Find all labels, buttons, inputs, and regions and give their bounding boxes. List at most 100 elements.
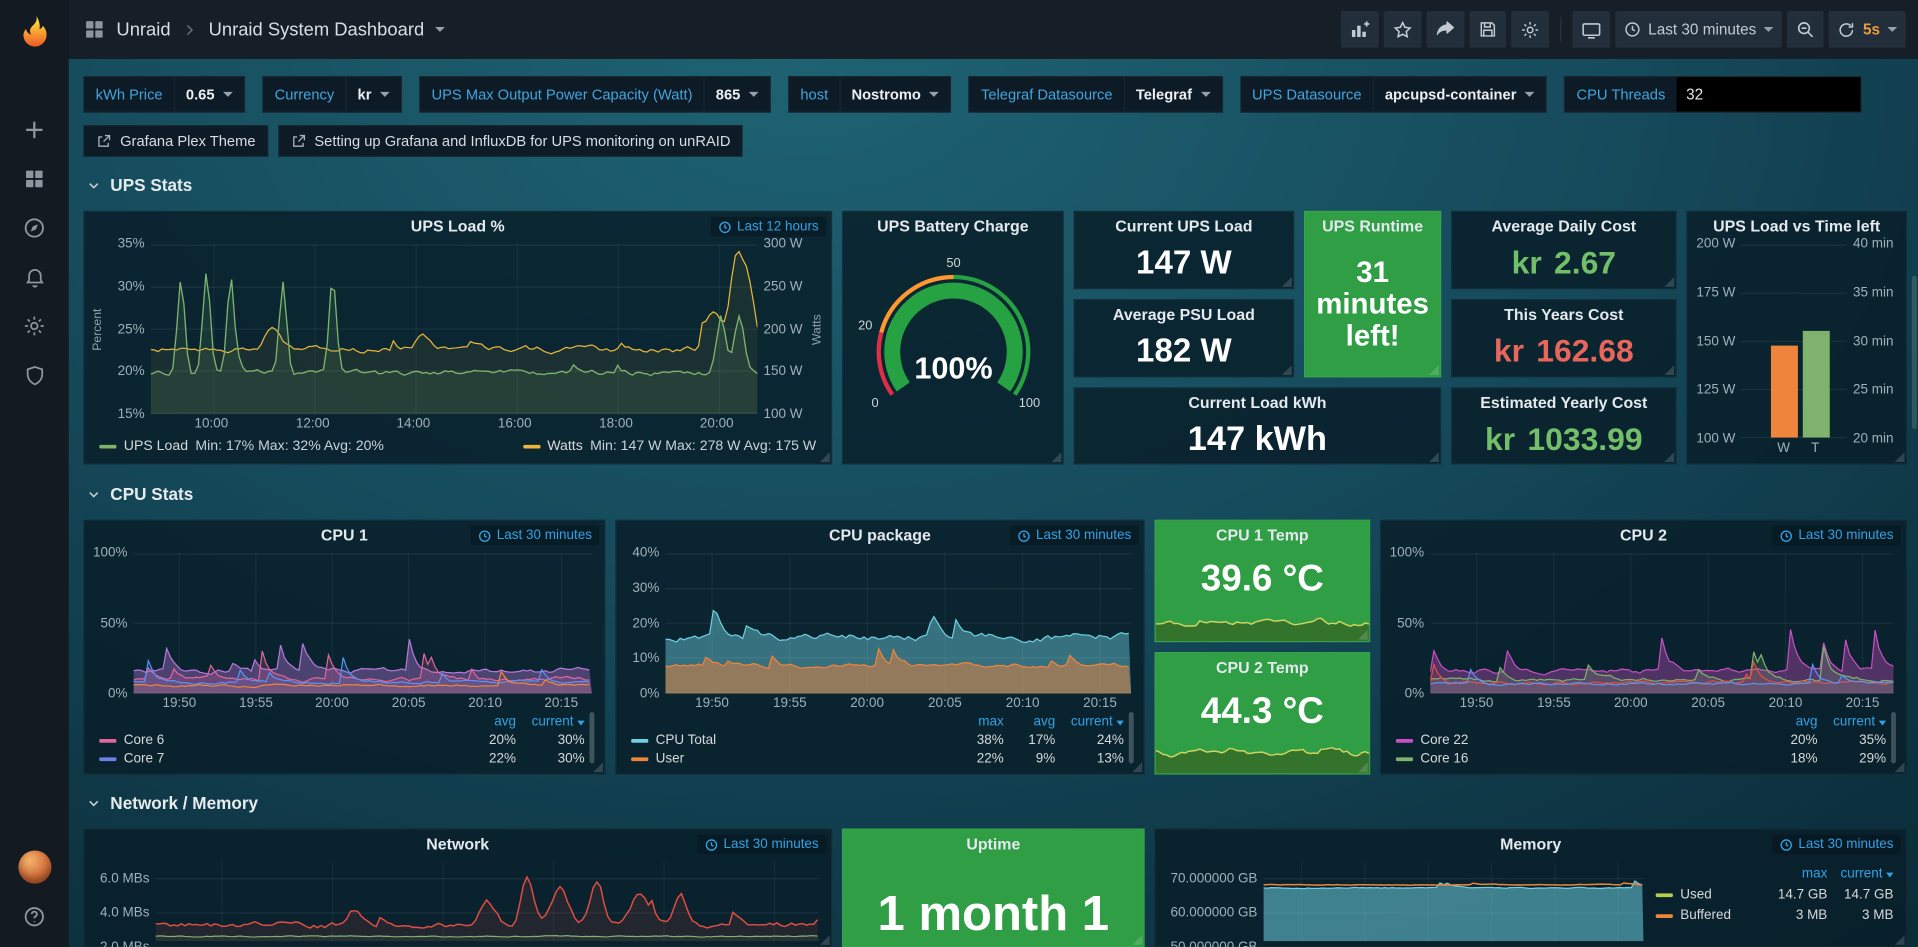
tick: W bbox=[1777, 441, 1790, 456]
variable-value-dropdown[interactable]: Telegraf bbox=[1124, 77, 1222, 111]
grafana-flame-icon bbox=[16, 13, 53, 50]
tick: 50.000000 GB bbox=[1161, 930, 1258, 947]
legend-header-sorted[interactable]: current bbox=[516, 715, 585, 730]
variable-value-dropdown[interactable]: 865 bbox=[704, 77, 770, 111]
panel-title[interactable]: Average PSU Load bbox=[1075, 300, 1293, 329]
cpu-threads-input[interactable] bbox=[1676, 77, 1860, 111]
variable-value-dropdown[interactable]: 0.65 bbox=[174, 77, 244, 111]
panel-title[interactable]: Uptime bbox=[843, 830, 1143, 856]
stat-value: kr 162.68 bbox=[1452, 330, 1675, 377]
legend-header-sorted[interactable]: current bbox=[1055, 715, 1124, 730]
variable-value-dropdown[interactable]: Nostromo bbox=[839, 77, 950, 111]
time-override-badge: Last 30 minutes bbox=[1010, 526, 1138, 546]
legend-series-core16[interactable]: Core 16 bbox=[1396, 751, 1754, 766]
user-avatar[interactable] bbox=[18, 851, 51, 884]
cpu-package-chart bbox=[665, 553, 1131, 694]
dashboard-settings-button[interactable] bbox=[1511, 11, 1549, 48]
variable-value-dropdown[interactable]: apcupsd-container bbox=[1373, 77, 1546, 111]
cycle-view-mode-button[interactable] bbox=[1572, 11, 1610, 48]
variable-label: CPU Threads bbox=[1565, 77, 1676, 111]
variable-telegraf-datasource: Telegraf Datasource Telegraf bbox=[969, 76, 1223, 113]
panel-title[interactable]: Average Daily Cost bbox=[1452, 212, 1675, 241]
row-header-network-memory[interactable]: Network / Memory bbox=[86, 787, 258, 819]
legend-series-core22[interactable]: Core 22 bbox=[1396, 733, 1754, 748]
panel-title[interactable]: Current UPS Load bbox=[1075, 212, 1293, 241]
link-ups-monitoring-guide[interactable]: Setting up Grafana and InfluxDB for UPS … bbox=[278, 125, 743, 157]
legend-header[interactable]: avg bbox=[452, 715, 516, 730]
time-range-picker[interactable]: Last 30 minutes bbox=[1615, 11, 1782, 48]
gauge-tick: 0 bbox=[871, 395, 878, 410]
panel-memory: Memory Last 30 minutes 70.000000 GB 60.0… bbox=[1154, 828, 1906, 947]
tick: 10:00 bbox=[195, 417, 229, 432]
legend-series-used[interactable]: Used bbox=[1656, 887, 1764, 902]
row-header-ups-stats[interactable]: UPS Stats bbox=[86, 169, 193, 201]
chevron-down-icon[interactable] bbox=[435, 27, 445, 32]
tick: 20:00 bbox=[315, 696, 349, 711]
panel-title[interactable]: UPS Battery Charge bbox=[843, 212, 1062, 241]
chevron-down-icon bbox=[86, 795, 102, 811]
breadcrumb-folder[interactable]: Unraid bbox=[116, 19, 170, 40]
grafana-logo[interactable] bbox=[0, 0, 69, 64]
legend-scrollbar[interactable] bbox=[589, 712, 594, 763]
save-dashboard-button[interactable] bbox=[1469, 11, 1506, 48]
sidebar-configuration-button[interactable] bbox=[0, 301, 69, 350]
sidebar-server-admin-button[interactable] bbox=[0, 351, 69, 400]
legend-series-core6[interactable]: Core 6 bbox=[99, 733, 452, 748]
legend-series-cpu-total[interactable]: CPU Total bbox=[631, 733, 947, 748]
legend-value: 3 MB bbox=[1827, 908, 1893, 923]
row-header-cpu-stats[interactable]: CPU Stats bbox=[86, 478, 193, 510]
legend-item-ups-load[interactable]: UPS Load Min: 17% Max: 32% Avg: 20% bbox=[99, 439, 384, 454]
zoom-out-time-button[interactable] bbox=[1787, 11, 1824, 48]
clock-icon bbox=[478, 529, 491, 542]
tick: 70.000000 GB bbox=[1161, 862, 1258, 896]
sidebar-create-button[interactable] bbox=[0, 105, 69, 154]
variable-value-dropdown[interactable]: kr bbox=[345, 77, 401, 111]
panel-title[interactable]: CPU 1 Temp bbox=[1156, 521, 1369, 550]
chevron-down-icon bbox=[749, 92, 759, 97]
legend-header-sorted[interactable]: current bbox=[1827, 866, 1893, 881]
stat-value: kr 1033.99 bbox=[1452, 418, 1675, 463]
variable-label: Currency bbox=[264, 77, 346, 111]
clock-icon bbox=[1780, 529, 1793, 542]
legend-series-buffered[interactable]: Buffered bbox=[1656, 908, 1764, 923]
panel-title[interactable]: UPS Runtime bbox=[1305, 212, 1440, 241]
legend-series-user[interactable]: User bbox=[631, 751, 947, 766]
sidebar-help-button[interactable] bbox=[0, 901, 69, 933]
stat-number: 1033.99 bbox=[1527, 420, 1642, 458]
star-dashboard-button[interactable] bbox=[1383, 11, 1421, 48]
refresh-picker[interactable]: 5s bbox=[1829, 11, 1906, 48]
breadcrumb-dashboard-title[interactable]: Unraid System Dashboard bbox=[209, 19, 425, 40]
legend-value: 20% bbox=[1754, 733, 1818, 748]
panel-uptime: Uptime 1 month 1 bbox=[842, 828, 1145, 947]
legend-header-sorted[interactable]: current bbox=[1818, 715, 1887, 730]
legend-header[interactable]: max bbox=[947, 715, 1003, 730]
legend-scrollbar[interactable] bbox=[1891, 712, 1896, 763]
panel-title[interactable]: Current Load kWh bbox=[1075, 389, 1440, 418]
legend-header[interactable]: avg bbox=[1754, 715, 1818, 730]
sidebar-dashboards-button[interactable] bbox=[0, 154, 69, 203]
legend-header[interactable]: max bbox=[1764, 866, 1828, 881]
link-grafana-plex-theme[interactable]: Grafana Plex Theme bbox=[83, 125, 267, 157]
chevron-down-icon bbox=[86, 486, 102, 502]
variable-ups-max-output: UPS Max Output Power Capacity (Watt) 865 bbox=[419, 76, 771, 113]
tick: 20:15 bbox=[1083, 696, 1117, 711]
add-panel-button[interactable] bbox=[1341, 11, 1379, 48]
share-dashboard-button[interactable] bbox=[1426, 11, 1464, 48]
legend-series-core7[interactable]: Core 7 bbox=[99, 751, 452, 766]
panel-title[interactable]: Estimated Yearly Cost bbox=[1452, 389, 1675, 418]
panel-title[interactable]: CPU 2 Temp bbox=[1156, 653, 1369, 682]
dashboard-scrollbar[interactable] bbox=[1912, 276, 1917, 429]
legend-item-watts[interactable]: Watts Min: 147 W Max: 278 W Avg: 175 W bbox=[523, 439, 816, 454]
tick: 18:00 bbox=[599, 417, 633, 432]
chevron-right-icon bbox=[182, 21, 198, 37]
panel-title[interactable]: This Years Cost bbox=[1452, 300, 1675, 329]
legend-scrollbar[interactable] bbox=[1129, 712, 1134, 763]
sidebar-explore-button[interactable] bbox=[0, 203, 69, 252]
external-link-icon bbox=[290, 133, 306, 149]
x-axis-ticks: 19:50 19:55 20:00 20:05 20:10 20:15 bbox=[134, 694, 592, 714]
series-swatch bbox=[99, 738, 116, 742]
series-swatch bbox=[1656, 914, 1673, 918]
chevron-down-icon bbox=[1887, 27, 1897, 32]
legend-header[interactable]: avg bbox=[1004, 715, 1055, 730]
sidebar-alerting-button[interactable] bbox=[0, 252, 69, 301]
